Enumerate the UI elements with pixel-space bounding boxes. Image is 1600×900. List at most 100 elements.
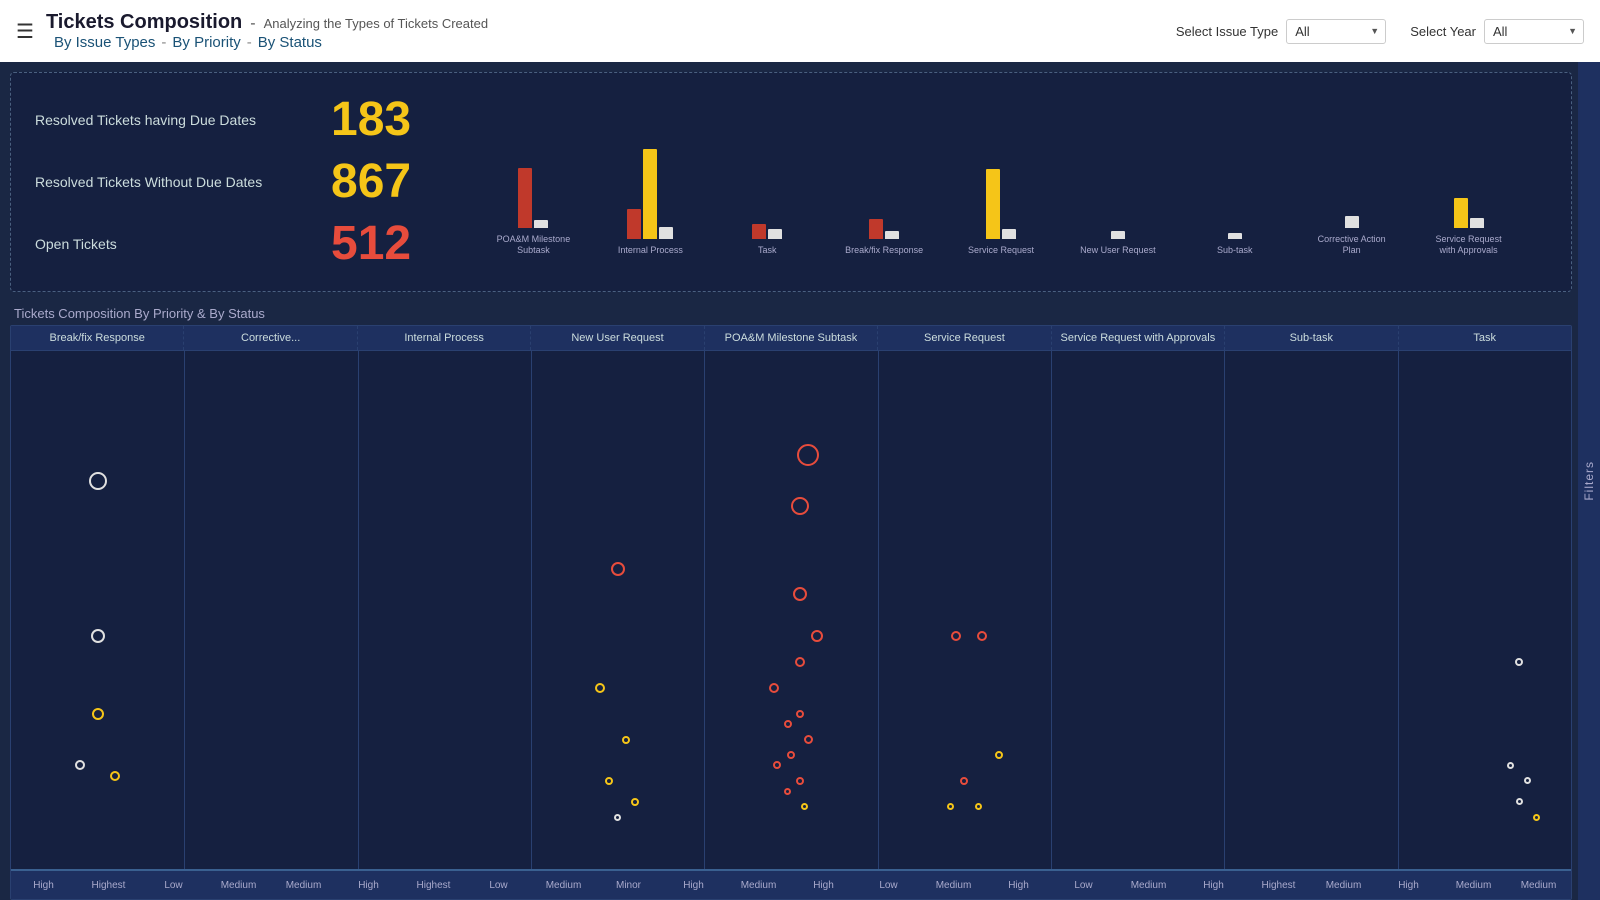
- x-axis-label: Medium: [1441, 880, 1506, 891]
- scatter-dot: [769, 683, 779, 693]
- scatter-dot: [977, 631, 987, 641]
- scatter-dot: [91, 629, 105, 643]
- stat-row-open: Open Tickets 512: [35, 220, 455, 268]
- vertical-divider: [358, 351, 359, 869]
- x-axis-label: Low: [856, 880, 921, 891]
- scatter-dot: [796, 710, 804, 718]
- scatter-dot: [1533, 814, 1540, 821]
- x-axis-label: Highest: [1246, 880, 1311, 891]
- scatter-panel: Break/fix ResponseCorrective...Internal …: [10, 325, 1572, 900]
- vertical-divider: [878, 351, 879, 869]
- nav-sep-1: -: [161, 34, 166, 51]
- scatter-dot: [811, 630, 823, 642]
- bar-group: Service Request: [943, 119, 1060, 256]
- year-control: Select Year All: [1410, 19, 1584, 44]
- menu-icon[interactable]: ☰: [16, 19, 34, 44]
- x-axis-label: Highest: [401, 880, 466, 891]
- scatter-col-header: Internal Process: [358, 326, 531, 350]
- scatter-dot: [797, 444, 819, 466]
- x-axis-label: Medium: [206, 880, 271, 891]
- bar-group: Break/fix Response: [826, 119, 943, 256]
- x-axis-label: Highest: [76, 880, 141, 891]
- vertical-divider: [1398, 351, 1399, 869]
- header-controls: Select Issue Type All Select Year All: [1176, 19, 1584, 44]
- page-title: Tickets Composition: [46, 11, 242, 34]
- stats-left: Resolved Tickets having Due Dates 183 Re…: [35, 96, 455, 268]
- x-axis-label: Low: [466, 880, 531, 891]
- x-axis-label: High: [791, 880, 856, 891]
- scatter-dot: [75, 760, 85, 770]
- bar-white: [768, 229, 782, 239]
- scatter-col-header: Break/fix Response: [11, 326, 184, 350]
- bar-group: Corrective Action Plan: [1293, 108, 1410, 256]
- bar-white: [1111, 231, 1125, 239]
- filters-sidebar[interactable]: Filters: [1578, 62, 1600, 900]
- bar-red: [752, 224, 766, 239]
- bar-label: Internal Process: [618, 245, 683, 256]
- vertical-divider: [1224, 351, 1225, 869]
- x-axis-label: Medium: [1311, 880, 1376, 891]
- title-block: Tickets Composition - Analyzing the Type…: [46, 11, 488, 51]
- section-title: Tickets Composition By Priority & By Sta…: [10, 300, 1572, 325]
- x-axis-label: Medium: [271, 880, 336, 891]
- bar-red: [627, 209, 641, 239]
- year-select-wrapper[interactable]: All: [1484, 19, 1584, 44]
- scatter-col-header: Service Request: [878, 326, 1051, 350]
- nav-by-issue-types[interactable]: By Issue Types: [54, 34, 155, 51]
- x-axis-label: Minor: [596, 880, 661, 891]
- scatter-dot: [614, 814, 621, 821]
- scatter-dot: [787, 751, 795, 759]
- scatter-col-header: Sub-task: [1225, 326, 1398, 350]
- scatter-dot: [791, 497, 809, 515]
- issue-type-select-wrapper[interactable]: All: [1286, 19, 1386, 44]
- year-select[interactable]: All: [1484, 19, 1584, 44]
- issue-type-select[interactable]: All: [1286, 19, 1386, 44]
- bar-label: POA&M Milestone Subtask: [493, 234, 573, 256]
- scatter-dot: [92, 708, 104, 720]
- open-label: Open Tickets: [35, 236, 315, 252]
- bar-white: [659, 227, 673, 239]
- bar-white: [534, 220, 548, 228]
- bar-yellow: [1454, 198, 1468, 228]
- scatter-dot: [960, 777, 968, 785]
- resolved-without-value: 867: [331, 158, 411, 206]
- bar-label: Corrective Action Plan: [1312, 234, 1392, 256]
- x-axis-label: Low: [141, 880, 206, 891]
- x-axis-label: Medium: [921, 880, 986, 891]
- scatter-dot: [89, 472, 107, 490]
- bar-yellow: [643, 149, 657, 239]
- resolved-without-label: Resolved Tickets Without Due Dates: [35, 174, 315, 190]
- scatter-dot: [605, 777, 613, 785]
- bar-group: Task: [709, 119, 826, 256]
- bar-group: New User Request: [1059, 119, 1176, 256]
- nav-by-status[interactable]: By Status: [258, 34, 322, 51]
- scatter-dot: [1507, 762, 1514, 769]
- bar-label: Sub-task: [1217, 245, 1253, 256]
- scatter-col-header: Task: [1399, 326, 1571, 350]
- scatter-dot: [773, 761, 781, 769]
- scatter-dot: [951, 631, 961, 641]
- scatter-dot: [631, 798, 639, 806]
- resolved-with-label: Resolved Tickets having Due Dates: [35, 112, 315, 128]
- scatter-dot: [801, 803, 808, 810]
- x-axis-label: Medium: [726, 880, 791, 891]
- bar-label: Task: [758, 245, 777, 256]
- issue-type-control: Select Issue Type All: [1176, 19, 1386, 44]
- scatter-dot: [784, 788, 791, 795]
- bar-group: Sub-task: [1176, 119, 1293, 256]
- x-axis-label: High: [336, 880, 401, 891]
- scatter-col-header: Corrective...: [184, 326, 357, 350]
- bar-group: Service Request with Approvals: [1410, 108, 1527, 256]
- scatter-dot: [1516, 798, 1523, 805]
- bar-label: Service Request: [968, 245, 1034, 256]
- vertical-divider: [704, 351, 705, 869]
- scatter-dot: [793, 587, 807, 601]
- nav-by-priority[interactable]: By Priority: [172, 34, 240, 51]
- scatter-body: [11, 351, 1571, 869]
- bar-white: [1345, 216, 1359, 228]
- resolved-with-value: 183: [331, 96, 411, 144]
- scatter-dot: [995, 751, 1003, 759]
- scatter-dot: [595, 683, 605, 693]
- bar-white: [1470, 218, 1484, 228]
- title-dash: -: [250, 15, 255, 33]
